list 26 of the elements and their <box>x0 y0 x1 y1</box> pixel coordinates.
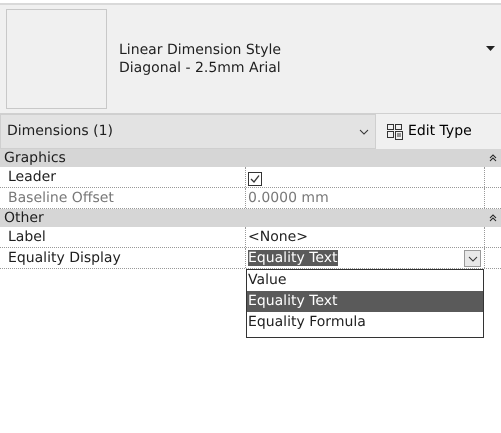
dropdown-option[interactable]: Equality Formula <box>247 312 483 333</box>
property-label: Equality Display <box>0 248 246 268</box>
group-header[interactable]: Other <box>0 209 501 227</box>
property-value[interactable]: <None> <box>248 229 308 245</box>
collapse-icon[interactable] <box>489 214 497 222</box>
collapse-icon[interactable] <box>489 154 497 162</box>
dropdown-value[interactable]: Equality Text <box>248 250 338 266</box>
dropdown-option[interactable]: Equality Text <box>247 291 483 312</box>
property-label: Leader <box>0 167 246 187</box>
group-header[interactable]: Graphics <box>0 149 501 167</box>
selector-label: Dimensions (1) <box>7 122 113 141</box>
property-label: Label <box>0 227 246 247</box>
type-family-text: Linear Dimension Style <box>119 40 282 59</box>
instance-selector[interactable]: Dimensions (1) <box>0 114 376 149</box>
property-label: Baseline Offset <box>0 188 246 208</box>
dropdown-option[interactable]: Value <box>247 270 483 291</box>
checkbox[interactable] <box>248 172 262 186</box>
edit-type-icon <box>386 122 404 140</box>
type-name-text: Diagonal - 2.5mm Arial <box>119 59 282 78</box>
group-title: Other <box>4 209 44 227</box>
caret-icon[interactable] <box>486 46 495 50</box>
property-value: 0.0000 mm <box>248 190 329 206</box>
dropdown-button[interactable] <box>464 250 481 267</box>
group-title: Graphics <box>4 149 66 167</box>
chevron-icon <box>468 256 478 262</box>
chevron-icon <box>359 128 369 134</box>
